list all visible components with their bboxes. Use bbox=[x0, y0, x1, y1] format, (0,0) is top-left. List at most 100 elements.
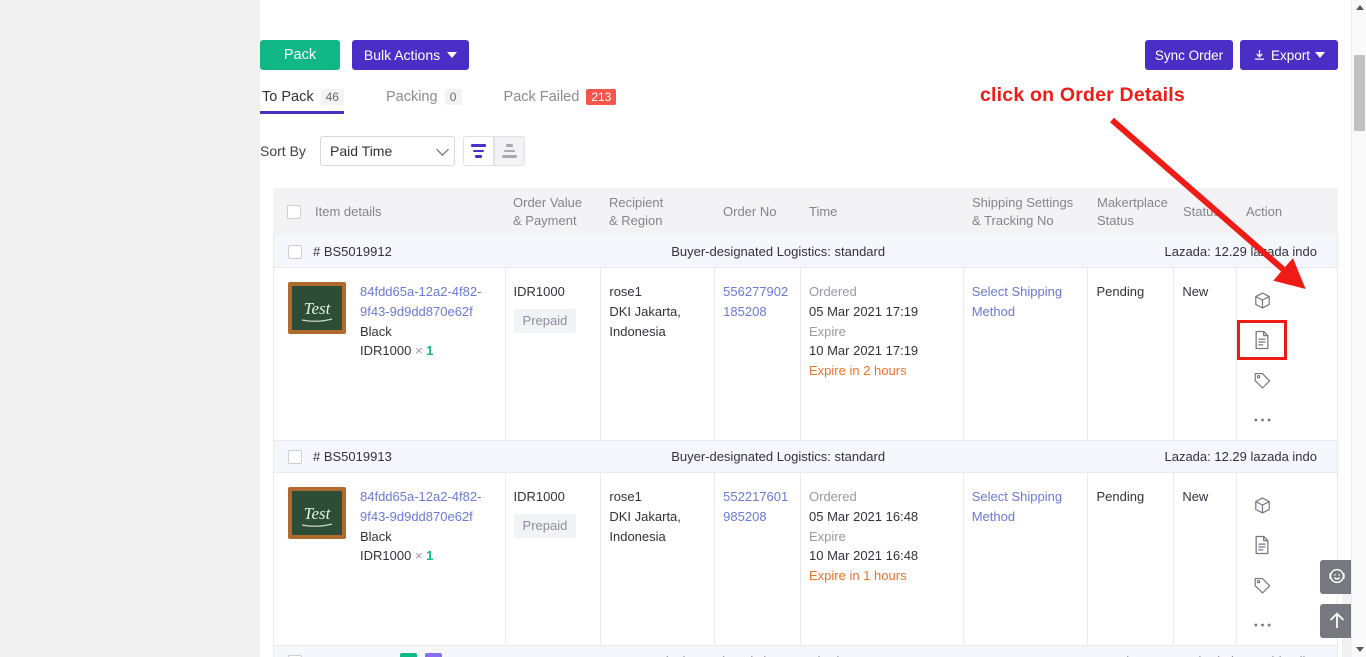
order-logistics: Buyer-designated Logistics: standard bbox=[671, 449, 886, 464]
cell-status: New bbox=[1174, 473, 1238, 645]
order-group-header: # BS5019912 Buyer-designated Logistics: … bbox=[274, 236, 1337, 268]
tag-icon[interactable] bbox=[1237, 565, 1287, 605]
table-row: Test 84fdd65a-12a2-4f82-9f43-9d9dd870e62… bbox=[274, 473, 1337, 645]
row-actions bbox=[1237, 268, 1337, 440]
header-marketplace-status: Makertplace Status bbox=[1089, 194, 1175, 231]
time-expire-value: 10 Mar 2021 16:48 bbox=[809, 548, 919, 564]
order-shop: Lazada: 12.29 lazada indo bbox=[1164, 244, 1317, 259]
order-group: # BS5019285 C P Buyer-designated Logisti… bbox=[273, 646, 1338, 657]
order-group: # BS5019912 Buyer-designated Logistics: … bbox=[273, 236, 1338, 441]
item-sku-link[interactable]: 84fdd65a-12a2-4f82-9f43-9d9dd870e62f bbox=[360, 487, 497, 527]
tab-pack-failed-label: Pack Failed bbox=[503, 89, 580, 105]
tag-icon[interactable] bbox=[1237, 360, 1287, 400]
time-ordered-value: 05 Mar 2021 17:19 bbox=[809, 303, 919, 319]
order-no-l2[interactable]: 185208 bbox=[723, 302, 792, 322]
select-shipping-method-link[interactable]: Select Shipping Method bbox=[972, 284, 1062, 319]
package-icon[interactable] bbox=[1237, 485, 1287, 525]
cell-order-value: IDR1000 Prepaid bbox=[506, 473, 602, 645]
order-group-id: # BS5019912 bbox=[313, 244, 392, 259]
tab-pack-failed-count: 213 bbox=[586, 89, 617, 105]
scrollbar-thumb[interactable] bbox=[1354, 55, 1365, 131]
select-shipping-method-link[interactable]: Select Shipping Method bbox=[972, 489, 1062, 524]
sort-descending-button[interactable] bbox=[463, 136, 494, 166]
export-label: Export bbox=[1270, 47, 1311, 63]
order-value: IDR1000 bbox=[513, 284, 565, 299]
order-group-id: # BS5019913 bbox=[313, 449, 392, 464]
orders-table: Item details Order Value & Payment Recip… bbox=[273, 188, 1338, 657]
recipient-name: rose1 bbox=[609, 284, 642, 299]
header-action: Action bbox=[1246, 203, 1283, 219]
product-thumbnail[interactable]: Test bbox=[288, 282, 346, 334]
order-no-l2[interactable]: 985208 bbox=[723, 507, 792, 527]
pack-button[interactable]: Pack bbox=[260, 40, 340, 70]
badge-c: C bbox=[399, 653, 417, 657]
header-shipping-settings: Shipping Settings & Tracking No bbox=[964, 194, 1089, 231]
export-button[interactable]: Export bbox=[1240, 40, 1338, 70]
badge-p: P bbox=[424, 653, 442, 657]
cell-recipient: rose1 DKI Jakarta, Indonesia bbox=[601, 473, 716, 645]
item-qty: 1 bbox=[426, 343, 434, 359]
order-logistics: Buyer-designated Logistics: standard bbox=[671, 244, 886, 259]
more-options-icon[interactable] bbox=[1237, 605, 1287, 645]
tab-to-pack[interactable]: To Pack 46 bbox=[260, 89, 362, 114]
expire-warning: Expire in 2 hours bbox=[809, 363, 907, 378]
tab-pack-failed[interactable]: Pack Failed 213 bbox=[502, 89, 635, 114]
select-all-checkbox[interactable] bbox=[287, 204, 301, 219]
expire-warning: Expire in 1 hours bbox=[809, 568, 907, 583]
time-expire-value: 10 Mar 2021 17:19 bbox=[809, 343, 919, 359]
header-marketplace-l2: Status bbox=[1097, 213, 1134, 228]
scroll-to-top-button[interactable] bbox=[1320, 604, 1354, 638]
cell-order-value: IDR1000 Prepaid bbox=[506, 268, 602, 440]
order-select-checkbox[interactable] bbox=[288, 244, 302, 259]
item-price: IDR1000 bbox=[360, 343, 412, 359]
cell-marketplace-status: Pending bbox=[1088, 268, 1175, 440]
cell-action bbox=[1237, 268, 1337, 440]
sync-order-button[interactable]: Sync Order bbox=[1145, 40, 1233, 70]
tab-packing-label: Packing bbox=[385, 89, 438, 105]
header-shipping-l2: & Tracking No bbox=[972, 213, 1054, 228]
sort-ascending-button[interactable] bbox=[494, 136, 525, 166]
scrollbar-down-arrow-icon[interactable] bbox=[1355, 647, 1364, 652]
time-ordered-label: Ordered bbox=[809, 489, 857, 504]
support-chat-button[interactable] bbox=[1320, 560, 1354, 594]
item-sku-link[interactable]: 84fdd65a-12a2-4f82-9f43-9d9dd870e62f bbox=[360, 282, 497, 322]
more-options-icon[interactable] bbox=[1237, 400, 1287, 440]
tab-packing[interactable]: Packing 0 bbox=[384, 89, 480, 114]
time-expire-label: Expire bbox=[809, 323, 846, 339]
tab-to-pack-count: 46 bbox=[320, 89, 344, 105]
sort-by-select[interactable]: Paid Time bbox=[320, 136, 455, 166]
order-details-icon[interactable] bbox=[1237, 320, 1288, 360]
recipient-region-l1: DKI Jakarta, bbox=[609, 303, 681, 319]
download-icon bbox=[1253, 49, 1266, 62]
product-thumbnail[interactable]: Test bbox=[288, 487, 346, 539]
recipient-region-l2: Indonesia bbox=[609, 528, 666, 544]
order-select-checkbox[interactable] bbox=[288, 449, 302, 464]
order-group-header: # BS5019285 C P Buyer-designated Logisti… bbox=[274, 646, 1337, 657]
cell-shipping: Select Shipping Method bbox=[964, 268, 1089, 440]
header-item-details: Item details bbox=[273, 203, 505, 221]
header-recipient-l2: & Region bbox=[609, 213, 663, 228]
order-details-icon[interactable] bbox=[1237, 525, 1287, 565]
sort-bar: Sort By Paid Time 1-46 of 46 « ‹ › bbox=[260, 136, 1351, 294]
browser-scrollbar[interactable] bbox=[1351, 0, 1366, 657]
time-ordered-value: 05 Mar 2021 16:48 bbox=[809, 508, 919, 524]
cell-order-no: 556277902 185208 bbox=[715, 268, 802, 440]
order-no-l1[interactable]: 556277902 bbox=[723, 282, 792, 302]
header-recipient-l1: Recipient bbox=[609, 194, 664, 210]
bulk-actions-label: Bulk Actions bbox=[363, 47, 441, 63]
header-recipient: Recipient & Region bbox=[601, 194, 715, 231]
recipient-region-l1: DKI Jakarta, bbox=[609, 508, 681, 524]
package-icon[interactable] bbox=[1237, 280, 1287, 320]
cell-order-no: 552217601 985208 bbox=[715, 473, 802, 645]
cell-shipping: Select Shipping Method bbox=[964, 473, 1089, 645]
order-no-l1[interactable]: 552217601 bbox=[723, 487, 792, 507]
cell-time: Ordered 05 Mar 2021 16:48 Expire 10 Mar … bbox=[801, 473, 964, 645]
scrollbar-up-arrow-icon[interactable] bbox=[1355, 5, 1364, 10]
item-text: 84fdd65a-12a2-4f82-9f43-9d9dd870e62f Bla… bbox=[360, 282, 497, 361]
chevron-down-icon bbox=[447, 52, 458, 58]
order-group-header: # BS5019913 Buyer-designated Logistics: … bbox=[274, 441, 1337, 473]
tab-to-pack-label: To Pack bbox=[262, 89, 314, 105]
bulk-actions-button[interactable]: Bulk Actions bbox=[352, 40, 469, 70]
order-group: # BS5019913 Buyer-designated Logistics: … bbox=[273, 441, 1338, 646]
orders-panel: Pack Bulk Actions Sync Order Export To P… bbox=[260, 9, 1351, 657]
